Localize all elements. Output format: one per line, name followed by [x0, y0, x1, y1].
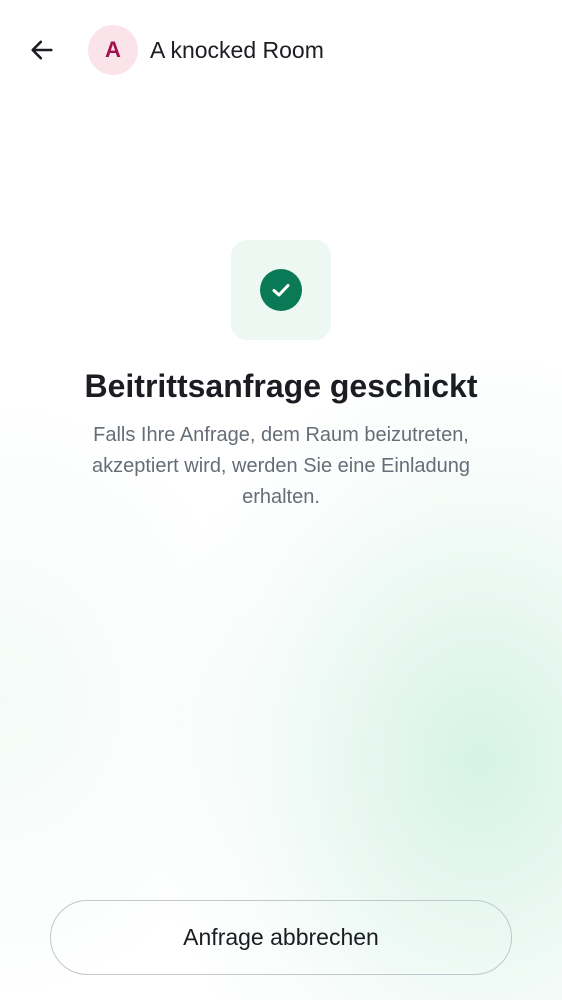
room-name[interactable]: A knocked Room	[150, 34, 324, 66]
avatar-letter: A	[105, 37, 121, 62]
top-app-bar: A A knocked Room	[0, 0, 562, 100]
status-description: Falls Ihre Anfrage, dem Raum beizutreten…	[92, 424, 470, 508]
cancel-request-button[interactable]: Anfrage abbrechen	[50, 900, 512, 975]
checkmark-icon	[272, 284, 290, 297]
back-button[interactable]	[20, 28, 64, 72]
check-circle-icon	[260, 269, 302, 311]
room-avatar[interactable]: A	[88, 25, 138, 75]
page-title: Beitrittsanfrage geschickt	[84, 368, 478, 404]
arrow-left-icon	[31, 40, 53, 60]
status-icon-tile	[231, 240, 331, 340]
